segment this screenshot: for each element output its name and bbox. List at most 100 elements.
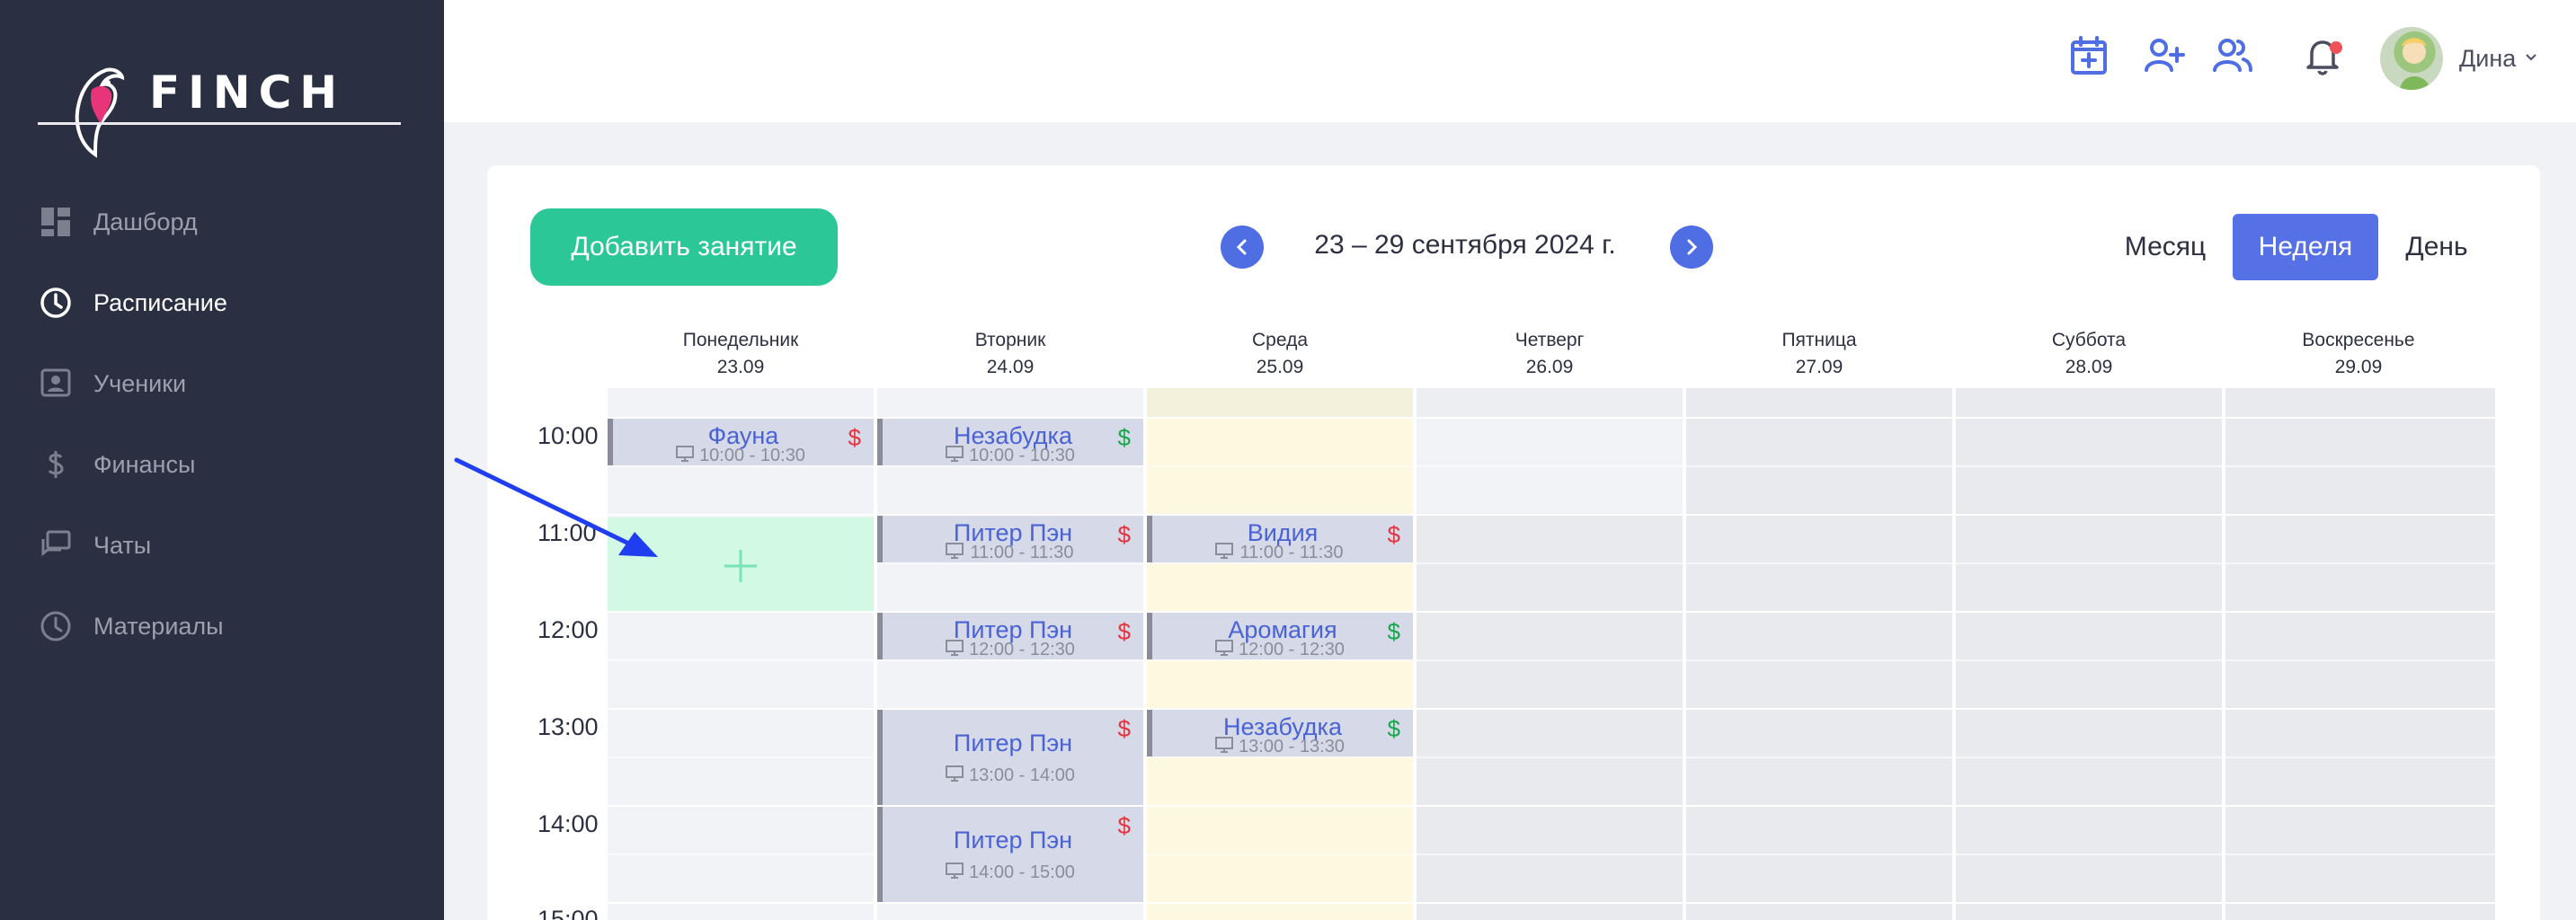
unpaid-dollar-icon: $ xyxy=(1387,521,1400,548)
users-icon[interactable] xyxy=(2211,34,2254,77)
sidebar-item-students[interactable]: Ученики xyxy=(0,352,444,415)
view-day-button[interactable]: День xyxy=(2396,214,2477,280)
event-time: 13:00 - 14:00 xyxy=(969,765,1075,785)
annotation-arrow-icon xyxy=(454,457,658,557)
view-week-button[interactable]: Неделя xyxy=(2233,214,2378,280)
logo-text: FINCH xyxy=(149,66,346,119)
chevron-down-icon[interactable] xyxy=(2524,52,2538,63)
avatar[interactable] xyxy=(2380,27,2443,90)
paid-dollar-icon: $ xyxy=(1387,618,1400,645)
unpaid-dollar-icon: $ xyxy=(1117,521,1131,548)
event-card[interactable]: Видия 11:00 - 11:30 $ xyxy=(1147,516,1413,562)
next-week-button[interactable] xyxy=(1670,226,1713,269)
day-name: Понедельник xyxy=(682,330,799,350)
event-card[interactable]: Незабудка 13:00 - 13:30 $ xyxy=(1147,710,1413,756)
day-header-monday: Понедельник 23.09 xyxy=(606,327,875,381)
unpaid-dollar-icon: $ xyxy=(848,424,861,451)
hour-line xyxy=(608,902,2495,904)
date-range: 23 – 29 сентября 2024 г. xyxy=(1314,230,1616,260)
day-name: Воскресенье xyxy=(2302,330,2415,350)
event-card[interactable]: Питер Пэн 11:00 - 11:30 $ xyxy=(877,516,1143,562)
time-label: 13:00 xyxy=(537,713,599,740)
day-date: 23.09 xyxy=(716,357,765,377)
clock-icon xyxy=(40,288,71,318)
prev-week-button[interactable] xyxy=(1221,226,1264,269)
sidebar-item-materials[interactable]: Материалы xyxy=(0,595,444,658)
day-date: 26.09 xyxy=(1525,357,1574,377)
time-label: 15:00 xyxy=(537,906,599,920)
sidebar-item-label: Чаты xyxy=(93,531,152,559)
event-card[interactable]: Питер Пэн 13:00 - 14:00 $ xyxy=(877,710,1143,805)
sidebar-item-label: Ученики xyxy=(93,369,187,397)
event-time: 13:00 - 13:30 xyxy=(1239,737,1345,756)
event-card[interactable]: Питер Пэн 12:00 - 12:30 $ xyxy=(877,613,1143,659)
student-card-icon xyxy=(40,368,71,397)
day-date: 25.09 xyxy=(1256,357,1304,377)
half-hour-line xyxy=(608,562,2495,564)
day-header-tuesday: Вторник 24.09 xyxy=(875,327,1145,381)
time-label: 12:00 xyxy=(537,616,599,643)
day-name: Четверг xyxy=(1515,330,1585,350)
day-column-saturday[interactable] xyxy=(1956,388,2222,920)
day-date: 24.09 xyxy=(986,357,1035,377)
notification-dot xyxy=(2330,41,2342,54)
chevron-right-icon xyxy=(1687,239,1698,255)
finch-logo[interactable]: FINCH xyxy=(38,54,401,162)
add-user-icon[interactable] xyxy=(2143,34,2186,77)
half-hour-line xyxy=(608,465,2495,467)
sidebar-item-schedule[interactable]: Расписание xyxy=(0,271,444,334)
sidebar: FINCH Дашборд Расписание Ученики Финансы… xyxy=(0,0,444,920)
day-column-friday[interactable] xyxy=(1686,388,1952,920)
unpaid-dollar-icon: $ xyxy=(1117,812,1131,839)
chevron-left-icon xyxy=(1236,239,1247,255)
event-card[interactable]: Незабудка 10:00 - 10:30 $ xyxy=(877,419,1143,465)
avatar-image-icon xyxy=(2400,38,2430,90)
sidebar-item-label: Материалы xyxy=(93,612,224,640)
day-name: Суббота xyxy=(2051,330,2127,350)
day-date: 29.09 xyxy=(2334,357,2383,377)
today-header-strip xyxy=(1147,388,1413,417)
column-header-strip xyxy=(1417,388,1683,417)
past-time-shade xyxy=(1417,514,1683,920)
day-column-sunday[interactable] xyxy=(2225,388,2495,920)
event-title: Питер Пэн xyxy=(953,827,1073,854)
view-month-button[interactable]: Месяц xyxy=(2114,214,2216,280)
dashboard-icon xyxy=(41,208,70,236)
event-time: 11:00 - 11:30 xyxy=(970,543,1074,562)
day-date: 27.09 xyxy=(1795,357,1843,377)
day-header-wednesday: Среда 25.09 xyxy=(1145,327,1415,381)
half-hour-line xyxy=(608,659,2495,661)
event-card[interactable]: Аромагия 12:00 - 12:30 $ xyxy=(1147,613,1413,659)
user-name[interactable]: Дина xyxy=(2459,45,2516,73)
sidebar-item-finance[interactable]: Финансы xyxy=(0,433,444,496)
event-time: 10:00 - 10:30 xyxy=(969,446,1075,465)
event-title: Питер Пэн xyxy=(953,730,1073,756)
sidebar-item-dashboard[interactable]: Дашборд xyxy=(0,190,444,253)
paid-dollar-icon: $ xyxy=(1387,715,1400,742)
event-time: 12:00 - 12:30 xyxy=(969,640,1075,659)
add-lesson-button[interactable]: Добавить занятие xyxy=(530,208,838,286)
paid-dollar-icon: $ xyxy=(1117,424,1131,451)
finch-bird-icon xyxy=(75,67,124,158)
sidebar-item-chats[interactable]: Чаты xyxy=(0,514,444,577)
logo-underline xyxy=(38,122,401,125)
add-calendar-icon[interactable] xyxy=(2067,34,2110,77)
clock-outline-icon xyxy=(40,611,71,641)
day-name: Среда xyxy=(1252,330,1308,350)
time-label: 14:00 xyxy=(537,810,599,837)
day-header-thursday: Четверг 26.09 xyxy=(1415,327,1684,381)
time-label: 10:00 xyxy=(537,422,599,449)
sidebar-item-label: Финансы xyxy=(93,450,196,478)
event-card[interactable]: Питер Пэн 14:00 - 15:00 $ xyxy=(877,807,1143,902)
day-name: Вторник xyxy=(974,330,1046,350)
bell-icon[interactable] xyxy=(2301,34,2344,77)
sidebar-item-label: Расписание xyxy=(93,288,227,316)
event-time: 14:00 - 15:00 xyxy=(969,862,1075,882)
top-header xyxy=(444,0,2576,122)
unpaid-dollar-icon: $ xyxy=(1117,618,1131,645)
day-name: Пятница xyxy=(1781,330,1857,350)
event-time: 11:00 - 11:30 xyxy=(1239,543,1344,562)
dollar-icon xyxy=(48,451,64,478)
day-header-friday: Пятница 27.09 xyxy=(1684,327,1954,381)
day-header-saturday: Суббота 28.09 xyxy=(1954,327,2224,381)
